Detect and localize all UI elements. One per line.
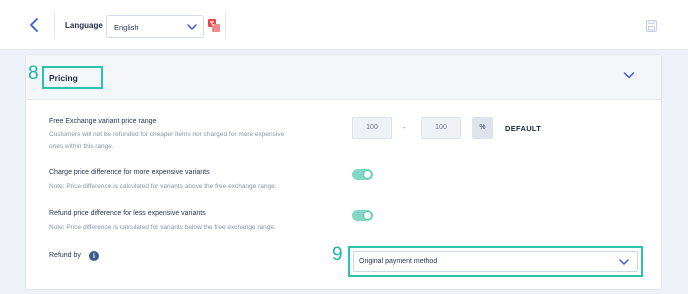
- save-icon[interactable]: [646, 20, 657, 32]
- free-exchange-title: Free Exchange variant price range: [49, 118, 157, 125]
- language-select[interactable]: English: [106, 15, 204, 38]
- default-button[interactable]: DEFAULT: [505, 124, 541, 133]
- charge-diff-note: Note: Price difference is calculated for…: [49, 183, 277, 190]
- step-number-8: 8: [28, 63, 39, 84]
- chevron-down-icon[interactable]: [623, 71, 635, 80]
- back-icon[interactable]: [26, 16, 44, 34]
- chevron-down-icon: [619, 259, 629, 265]
- step-number-9: 9: [332, 244, 343, 265]
- refund-diff-toggle[interactable]: [352, 210, 373, 221]
- section-title: Pricing: [49, 73, 78, 83]
- charge-diff-toggle[interactable]: [352, 169, 373, 180]
- refund-diff-note: Note: Price difference is calculated for…: [49, 224, 276, 231]
- min-range-input[interactable]: 100: [352, 117, 392, 139]
- pricing-card-header[interactable]: [26, 55, 661, 100]
- refund-by-label: Refund by: [49, 252, 81, 259]
- refund-method-value: Original payment method: [359, 258, 438, 265]
- charge-diff-title: Charge price difference for more expensi…: [49, 169, 210, 176]
- toggle-knob: [363, 211, 372, 220]
- divider: [54, 12, 55, 39]
- translate-icon[interactable]: [208, 19, 220, 32]
- free-exchange-note: Customers will not be refunded for cheap…: [49, 131, 285, 138]
- range-separator: -: [403, 123, 406, 132]
- free-exchange-note: ones within this range.: [49, 143, 114, 150]
- divider: [225, 12, 226, 39]
- top-bar: Language English: [0, 0, 688, 50]
- language-select-value: English: [114, 23, 139, 32]
- chevron-down-icon: [187, 24, 197, 30]
- refund-method-select[interactable]: Original payment method: [353, 251, 638, 272]
- info-icon[interactable]: i: [89, 251, 99, 261]
- language-label: Language: [65, 21, 103, 30]
- percent-unit: %: [472, 117, 493, 139]
- refund-diff-title: Refund price difference for less expensi…: [49, 210, 206, 217]
- toggle-knob: [363, 170, 372, 179]
- max-range-input[interactable]: 100: [421, 117, 461, 139]
